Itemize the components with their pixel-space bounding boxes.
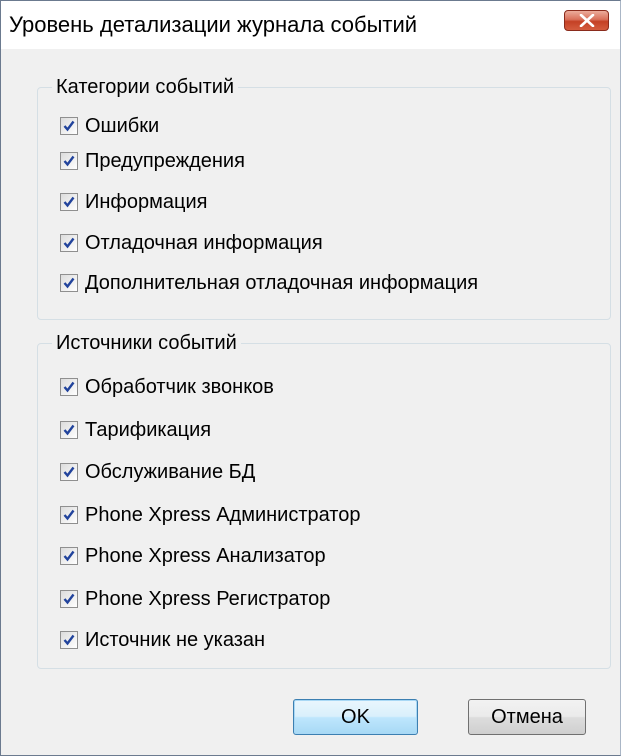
checkbox-row-unknown-source[interactable]: Источник не указан xyxy=(60,626,265,654)
checkbox-label: Обслуживание БД xyxy=(85,461,256,483)
checkbox-row-information[interactable]: Информация xyxy=(60,188,207,216)
categories-groupbox: Категории событий Ошибки Предупреждения … xyxy=(37,73,611,320)
checkmark-icon xyxy=(63,509,75,521)
cancel-button[interactable]: Отмена xyxy=(468,699,586,735)
checkbox-row-warnings[interactable]: Предупреждения xyxy=(60,147,245,175)
checkbox-row-db-maintenance[interactable]: Обслуживание БД xyxy=(60,458,255,486)
checkmark-icon xyxy=(63,424,75,436)
checkbox[interactable] xyxy=(60,590,78,608)
window-title: Уровень детализации журнала событий xyxy=(9,12,418,37)
checkmark-icon xyxy=(63,381,75,393)
checkbox-label: Ошибки xyxy=(85,115,160,137)
checkmark-icon xyxy=(63,155,75,167)
checkbox-row-administrator[interactable]: Phone Xpress Администратор xyxy=(60,501,361,529)
checkbox-label: Phone Xpress Регистратор xyxy=(85,588,331,610)
checkbox-row-debug[interactable]: Отладочная информация xyxy=(60,229,323,257)
checkbox-label: Phone Xpress Анализатор xyxy=(85,545,326,567)
checkbox-label: Дополнительная отладочная информация xyxy=(85,272,479,294)
checkbox[interactable] xyxy=(60,117,78,135)
checkmark-icon xyxy=(63,550,75,562)
checkbox-label: Обработчик звонков xyxy=(85,376,274,398)
checkbox[interactable] xyxy=(60,234,78,252)
checkbox-label: Информация xyxy=(85,191,208,213)
checkbox-row-registrar[interactable]: Phone Xpress Регистратор xyxy=(60,585,330,613)
categories-legend: Категории событий xyxy=(52,73,239,101)
sources-legend: Источники событий xyxy=(52,329,241,357)
checkbox[interactable] xyxy=(60,631,78,649)
checkbox[interactable] xyxy=(60,152,78,170)
checkbox-label: Phone Xpress Администратор xyxy=(85,504,361,526)
checkbox-row-extended-debug[interactable]: Дополнительная отладочная информация xyxy=(60,269,478,297)
checkbox[interactable] xyxy=(60,463,78,481)
checkbox[interactable] xyxy=(60,547,78,565)
sources-groupbox: Источники событий Обработчик звонков Тар… xyxy=(37,329,611,669)
checkmark-icon xyxy=(63,196,75,208)
checkbox[interactable] xyxy=(60,378,78,396)
checkmark-icon xyxy=(63,277,75,289)
close-button[interactable] xyxy=(564,10,609,31)
checkbox[interactable] xyxy=(60,193,78,211)
checkmark-icon xyxy=(63,237,75,249)
checkbox-row-errors[interactable]: Ошибки xyxy=(60,112,159,140)
checkbox-label: Источник не указан xyxy=(85,629,266,651)
checkbox-row-billing[interactable]: Тарификация xyxy=(60,416,211,444)
checkbox-label: Тарификация xyxy=(85,419,212,441)
checkbox-row-analyzer[interactable]: Phone Xpress Анализатор xyxy=(60,542,326,570)
checkbox-label: Отладочная информация xyxy=(85,232,323,254)
title-bar[interactable]: Уровень детализации журнала событий xyxy=(1,1,620,49)
checkbox[interactable] xyxy=(60,506,78,524)
checkbox-label: Предупреждения xyxy=(85,150,245,172)
checkmark-icon xyxy=(63,593,75,605)
checkmark-icon xyxy=(63,466,75,478)
dialog-window: Уровень детализации журнала событий Кате… xyxy=(0,0,621,756)
checkbox[interactable] xyxy=(60,421,78,439)
checkbox-row-call-handler[interactable]: Обработчик звонков xyxy=(60,373,274,401)
checkmark-icon xyxy=(63,634,75,646)
close-icon xyxy=(579,14,595,27)
checkmark-icon xyxy=(63,120,75,132)
ok-button[interactable]: OK xyxy=(293,699,418,735)
checkbox[interactable] xyxy=(60,274,78,292)
